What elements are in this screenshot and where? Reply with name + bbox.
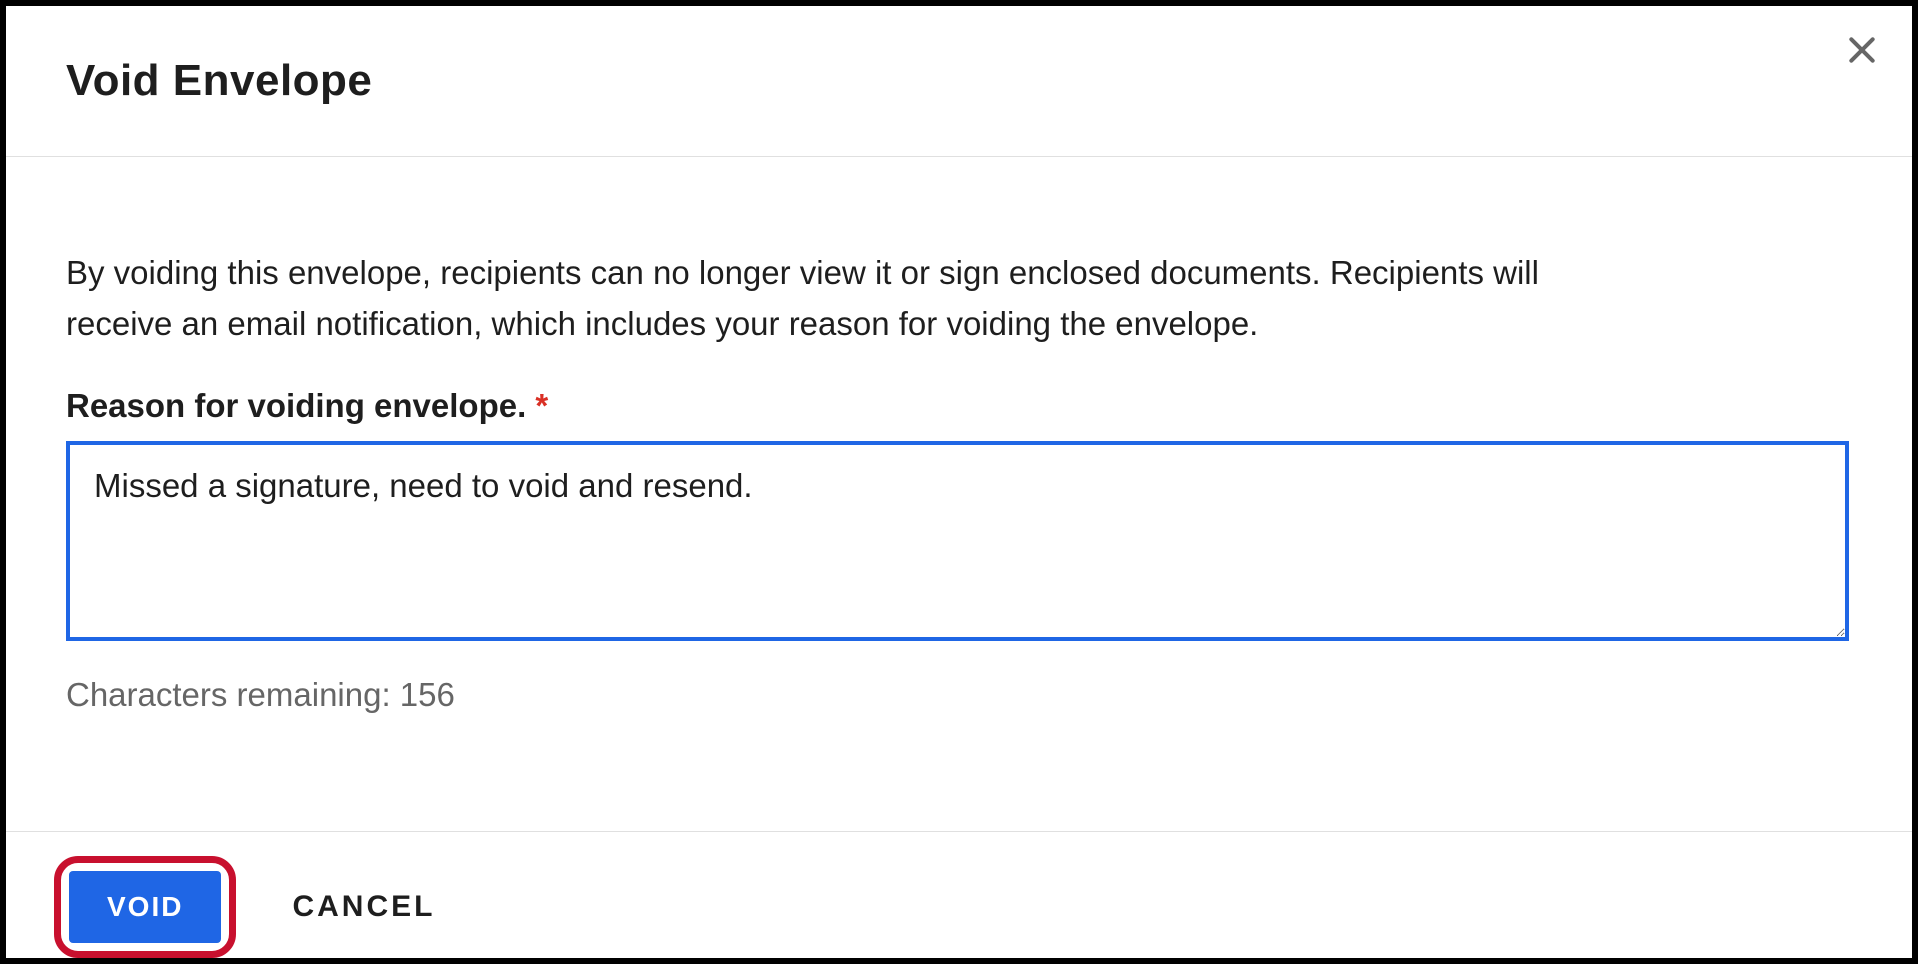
void-button-highlight: VOID (54, 856, 236, 958)
required-asterisk: * (535, 387, 548, 424)
void-description: By voiding this envelope, recipients can… (66, 247, 1546, 349)
void-button[interactable]: VOID (69, 871, 221, 943)
void-reason-input[interactable] (66, 441, 1849, 641)
close-icon[interactable] (1842, 30, 1882, 70)
reason-label-text: Reason for voiding envelope. (66, 387, 535, 424)
cancel-button[interactable]: CANCEL (282, 870, 445, 944)
dialog-header: Void Envelope (6, 6, 1912, 157)
dialog-footer: VOID CANCEL (6, 831, 1912, 958)
void-envelope-dialog: Void Envelope By voiding this envelope, … (0, 0, 1918, 964)
dialog-title: Void Envelope (66, 56, 1852, 106)
reason-label: Reason for voiding envelope. * (66, 387, 1852, 425)
dialog-body: By voiding this envelope, recipients can… (6, 157, 1912, 831)
characters-remaining: Characters remaining: 156 (66, 676, 1852, 714)
